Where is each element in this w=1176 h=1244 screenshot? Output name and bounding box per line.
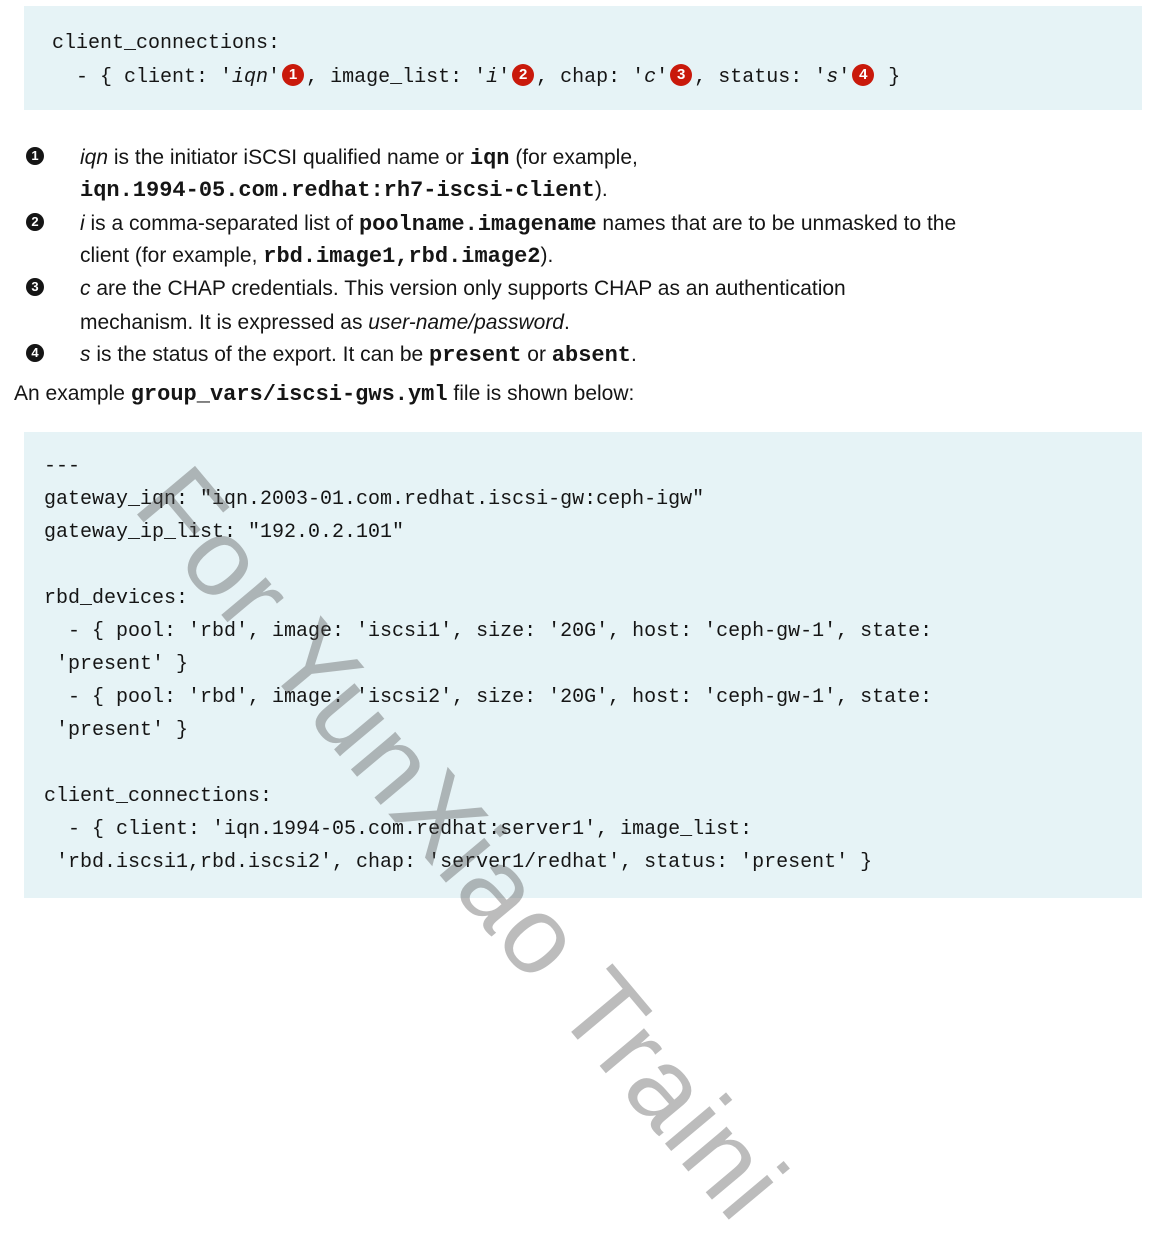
callout-text: are the CHAP credentials. This version o…	[90, 277, 846, 300]
callout-code: poolname.imagename	[358, 212, 597, 237]
callout-text: is the status of the export. It can be	[90, 343, 430, 366]
code-text: '	[838, 66, 851, 89]
code-line: client_connections:	[52, 32, 281, 55]
intro-filename: group_vars/iscsi-gws.yml	[130, 382, 448, 407]
code-text: '	[268, 66, 281, 89]
code-line: gateway_iqn: "iqn.2003-01.com.redhat.isc…	[44, 488, 705, 511]
callout-text: client (for example,	[80, 244, 264, 267]
code-placeholder: c	[644, 66, 657, 89]
code-placeholder: iqn	[232, 66, 269, 89]
callout-text: .	[631, 343, 637, 366]
code-text: - { client: '	[52, 66, 233, 89]
code-text: , image_list: '	[306, 66, 487, 89]
callout-marker-3-icon: 3	[26, 278, 44, 296]
code-placeholder: s	[826, 66, 839, 89]
callout-3-line-1: c are the CHAP credentials. This version…	[80, 273, 846, 305]
callout-code: iqn	[469, 146, 510, 171]
callout-code: iqn.1994-05.com.redhat:rh7-iscsi-client	[80, 178, 595, 203]
callout-text: is the initiator iSCSI qualified name or	[108, 146, 470, 169]
code-text: , status: '	[694, 66, 827, 89]
callout-term: c	[80, 277, 91, 300]
callout-term: s	[80, 343, 91, 366]
code-block-client-connections: client_connections: - { client: 'iqn' 1, …	[24, 6, 1142, 110]
code-text: }	[876, 66, 901, 89]
callout-2-line-2: client (for example, rbd.image1,rbd.imag…	[80, 240, 553, 273]
code-text: '	[656, 66, 669, 89]
callout-text: (for example,	[509, 146, 638, 169]
code-line: - { pool: 'rbd', image: 'iscsi1', size: …	[44, 620, 933, 643]
code-line: ---	[44, 455, 81, 478]
callout-1-line-1: iqn is the initiator iSCSI qualified nam…	[80, 142, 638, 175]
callout-3-icon: 3	[670, 64, 693, 86]
callout-text: or	[521, 343, 552, 366]
callout-marker-2-icon: 2	[26, 213, 44, 231]
code-line: 'present' }	[44, 719, 189, 742]
code-line: client_connections:	[44, 785, 273, 808]
code-line: - { pool: 'rbd', image: 'iscsi2', size: …	[44, 686, 933, 709]
callout-text: is a comma-separated list of	[84, 212, 359, 235]
callout-code: present	[429, 343, 522, 368]
code-text: '	[498, 66, 511, 89]
callout-3-line-2: mechanism. It is expressed as user-name/…	[80, 307, 570, 339]
callout-1-icon: 1	[282, 64, 305, 86]
code-line: gateway_ip_list: "192.0.2.101"	[44, 521, 405, 544]
callout-4-icon: 4	[852, 64, 875, 86]
callout-term: iqn	[80, 146, 109, 169]
callout-text: ).	[540, 244, 554, 267]
callout-code: absent	[551, 343, 632, 368]
code-line: - { client: 'iqn.1994-05.com.redhat:serv…	[44, 818, 753, 841]
intro-text: file is shown below:	[447, 382, 635, 405]
code-text: , chap: '	[536, 66, 645, 89]
callout-marker-1-icon: 1	[26, 147, 44, 165]
intro-text: An example	[14, 382, 131, 405]
callout-code: rbd.image1,rbd.image2	[263, 244, 541, 269]
callout-term: user-name/password	[368, 311, 564, 334]
callout-4-line-1: s is the status of the export. It can be…	[80, 339, 637, 372]
code-block-iscsi-gws-yml: --- gateway_iqn: "iqn.2003-01.com.redhat…	[24, 432, 1142, 898]
callout-2-icon: 2	[512, 64, 535, 86]
code-line: rbd_devices:	[44, 587, 189, 610]
code-line: 'present' }	[44, 653, 189, 676]
callout-text: ).	[594, 178, 608, 201]
callout-2-line-1: i is a comma-separated list of poolname.…	[80, 208, 956, 241]
code-line: 'rbd.iscsi1,rbd.iscsi2', chap: 'server1/…	[44, 851, 873, 874]
callout-text: mechanism. It is expressed as	[80, 311, 369, 334]
callout-marker-4-icon: 4	[26, 344, 44, 362]
code-line: - { client: 'iqn' 1, image_list: 'i' 2, ch…	[52, 63, 900, 93]
code-placeholder: i	[486, 66, 499, 89]
callout-1-line-2: iqn.1994-05.com.redhat:rh7-iscsi-client)…	[80, 174, 608, 207]
callout-text: .	[564, 311, 570, 334]
example-intro: An example group_vars/iscsi-gws.yml file…	[14, 378, 634, 411]
callout-text: names that are to be unmasked to the	[596, 212, 957, 235]
